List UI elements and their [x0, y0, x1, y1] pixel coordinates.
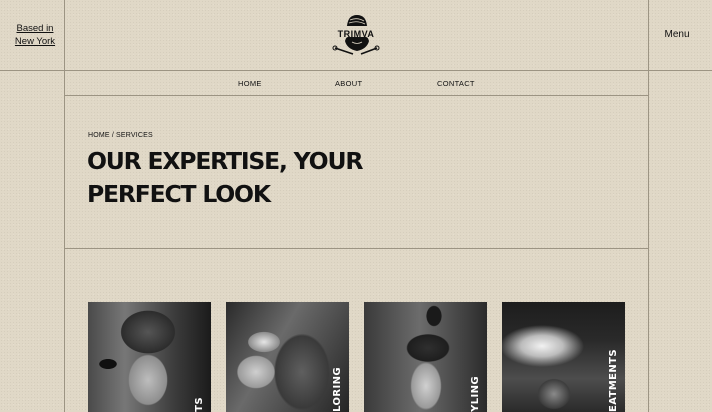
service-label-treatments: EATMENTS	[608, 349, 619, 412]
breadcrumb-home[interactable]: HOME	[88, 132, 110, 139]
breadcrumb: HOME / SERVICES	[88, 132, 153, 139]
page-title-line-2: PERFECT LOOK	[87, 180, 271, 208]
location-link[interactable]: Based in New York	[6, 22, 64, 48]
nav-home[interactable]: HOME	[238, 79, 262, 88]
nav-divider	[64, 95, 649, 96]
header-divider	[0, 70, 712, 71]
breadcrumb-separator: /	[111, 132, 114, 139]
page-title: OUR EXPERTISE, YOUR PERFECT LOOK	[87, 145, 363, 211]
hair-coloring-photo	[226, 302, 349, 412]
page-title-line-1: OUR EXPERTISE, YOUR	[87, 147, 363, 175]
service-card-styling[interactable]: YLING	[364, 302, 487, 412]
location-line-2: New York	[14, 36, 56, 47]
brand-name: TRIMVA	[337, 29, 375, 39]
main-nav: HOME ABOUT CONTACT	[0, 79, 712, 89]
treatment-spray-photo	[502, 302, 625, 412]
left-frame-line	[64, 0, 65, 412]
service-card-haircuts[interactable]: TS	[88, 302, 211, 412]
right-frame-line	[648, 0, 649, 412]
menu-button[interactable]: Menu	[656, 29, 698, 40]
service-label-coloring: LORING	[332, 367, 343, 412]
service-card-coloring[interactable]: LORING	[226, 302, 349, 412]
styling-blow-dry-photo	[364, 302, 487, 412]
location-line-1: Based in	[16, 23, 54, 34]
service-label-styling: YLING	[470, 376, 481, 412]
hero-divider	[64, 248, 649, 249]
service-label-haircuts: TS	[194, 397, 205, 412]
haircut-profile-photo	[88, 302, 211, 412]
breadcrumb-current: SERVICES	[115, 132, 153, 139]
nav-about[interactable]: ABOUT	[335, 79, 362, 88]
service-card-treatments[interactable]: EATMENTS	[502, 302, 625, 412]
nav-contact[interactable]: CONTACT	[437, 79, 475, 88]
brand-logo[interactable]: TRIMVA	[330, 12, 382, 56]
